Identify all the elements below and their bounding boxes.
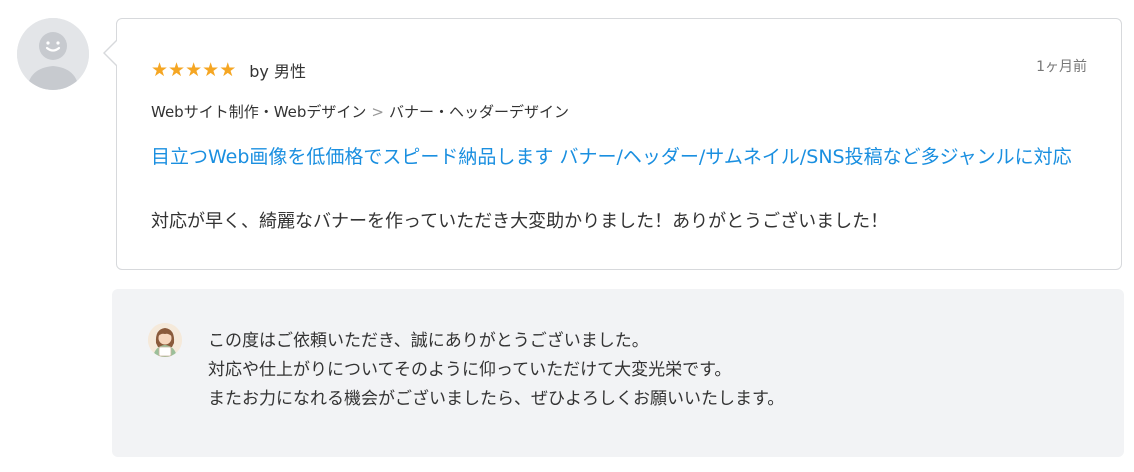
star-icon: ★ — [168, 59, 186, 81]
seller-avatar — [148, 323, 182, 357]
reply-text: この度はご依頼いただき、誠にありがとうございました。 対応や仕上がりについてその… — [208, 327, 784, 414]
reviewer-name: by 男性 — [249, 62, 306, 81]
breadcrumb-subcategory: バナー・ヘッダーデザイン — [389, 103, 570, 121]
star-icon: ★ — [219, 59, 237, 81]
star-rating: ★ ★ ★ ★ ★ — [151, 59, 236, 81]
review-date: 1ヶ月前 — [1036, 59, 1087, 75]
speech-bubble-tail-fill — [105, 40, 118, 66]
seller-avatar-icon — [148, 323, 182, 357]
reviewer-avatar — [17, 18, 89, 90]
breadcrumb-category: Webサイト制作・Webデザイン — [151, 103, 367, 121]
star-icon: ★ — [202, 59, 220, 81]
star-icon: ★ — [185, 59, 203, 81]
rating-row: ★ ★ ★ ★ ★ by 男性 — [151, 59, 306, 81]
default-user-avatar-icon — [17, 18, 89, 90]
star-icon: ★ — [151, 59, 169, 81]
service-title-link[interactable]: 目立つWeb画像を低価格でスピード納品します バナー/ヘッダー/サムネイル/SN… — [151, 141, 1091, 173]
review-card: ★ ★ ★ ★ ★ by 男性 1ヶ月前 Webサイト制作・Webデザイン > … — [103, 18, 1122, 270]
review-comment: 対応が早く、綺麗なバナーを作っていただき大変助かりました！ありがとうございました… — [151, 211, 889, 232]
seller-reply: この度はご依頼いただき、誠にありがとうございました。 対応や仕上がりについてその… — [112, 289, 1124, 457]
reply-line: この度はご依頼いただき、誠にありがとうございました。 — [208, 331, 649, 351]
reply-line: 対応や仕上がりについてそのように仰っていただけて大変光栄です。 — [208, 360, 732, 380]
breadcrumb: Webサイト制作・Webデザイン > バナー・ヘッダーデザイン — [151, 101, 569, 122]
breadcrumb-separator: > — [371, 102, 384, 121]
reply-line: またお力になれる機会がございましたら、ぜひよろしくお願いいたします。 — [208, 389, 785, 409]
